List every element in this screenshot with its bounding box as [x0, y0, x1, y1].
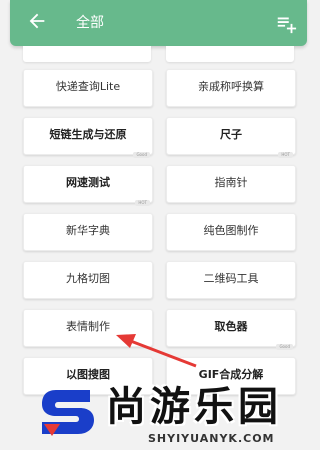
tool-tile[interactable]: 指南针 — [166, 165, 296, 203]
tool-tile-label: 二维码工具 — [203, 272, 259, 285]
tool-tile[interactable]: 网速测试 HOT — [23, 165, 153, 206]
tool-tile[interactable]: 尺子 HOT — [166, 117, 296, 158]
page-title: 全部 — [76, 15, 104, 31]
tool-badge: Good — [276, 344, 293, 350]
tool-tile[interactable]: 快递查询Lite — [23, 69, 153, 107]
tool-tile[interactable]: 亲戚称呼换算 — [166, 69, 296, 107]
tool-badge: HOT — [135, 200, 150, 206]
back-arrow-icon[interactable] — [26, 10, 48, 32]
watermark-logo-icon — [42, 390, 94, 436]
tool-tile-label: 九格切图 — [66, 272, 110, 285]
annotation-arrow — [116, 334, 197, 368]
tool-tile[interactable]: 二维码工具 — [166, 261, 296, 299]
tile-partial[interactable] — [166, 46, 294, 62]
tool-tile-label: 尺子 — [220, 128, 242, 141]
tool-tile-label: 新华字典 — [66, 224, 110, 237]
tool-badge: HOT — [278, 152, 293, 158]
tool-tile[interactable]: 九格切图 — [23, 261, 153, 299]
tool-tile-label: 快递查询Lite — [55, 80, 121, 93]
app-header: 全部 — [10, 0, 307, 46]
tool-tile[interactable]: 新华字典 — [23, 213, 153, 251]
tool-tile[interactable]: 纯色图制作 — [166, 213, 296, 251]
tool-tile-label: 网速测试 — [66, 176, 110, 189]
tool-badge: Good — [133, 152, 150, 158]
tool-tile-label: 指南针 — [214, 176, 248, 189]
tile-partial[interactable] — [23, 46, 151, 62]
tool-tile[interactable]: 短链生成与还原 Good — [23, 117, 153, 158]
watermark: 尚游乐园 SHYIYUANYK.COM — [30, 382, 300, 450]
playlist-add-icon[interactable] — [275, 12, 297, 34]
tool-tile-label: 短链生成与还原 — [49, 128, 127, 141]
tool-tile-label: 纯色图制作 — [203, 224, 259, 237]
watermark-text: 尚游乐园 — [106, 384, 282, 430]
tool-tile-label: 亲戚称呼换算 — [198, 80, 264, 93]
watermark-url: SHYIYUANYK.COM — [148, 432, 275, 445]
